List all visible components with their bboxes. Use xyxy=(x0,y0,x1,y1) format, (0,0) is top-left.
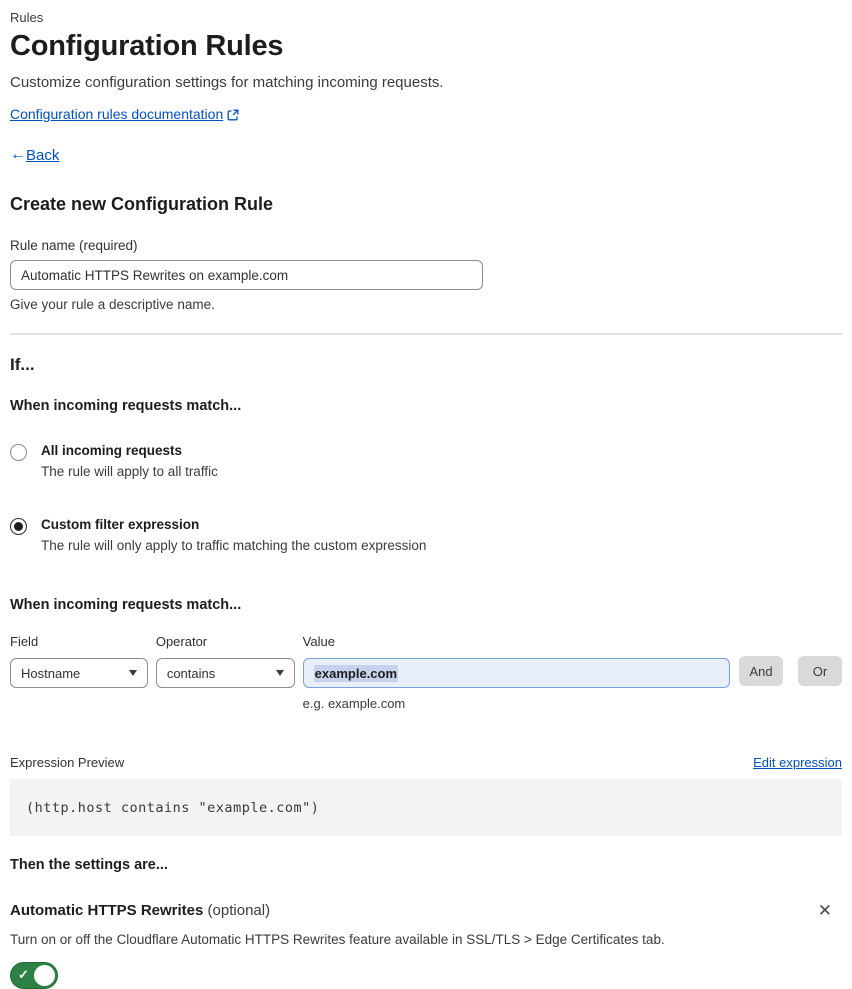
back-arrow-icon: ← xyxy=(10,146,26,163)
operator-select-value: contains xyxy=(166,665,216,681)
field-select[interactable]: Hostname xyxy=(10,658,148,688)
setting-name: Automatic HTTPS Rewrites (optional) xyxy=(10,902,270,919)
rule-name-label: Rule name (required) xyxy=(10,238,138,253)
back-link[interactable]: Back xyxy=(26,147,59,164)
toggle-knob xyxy=(34,965,55,986)
radio-option-custom-expression[interactable]: Custom filter expression The rule will o… xyxy=(10,517,842,553)
section-divider xyxy=(10,333,842,335)
if-heading: If... xyxy=(10,355,35,374)
edit-expression-link[interactable]: Edit expression xyxy=(753,755,842,770)
then-settings-heading: Then the settings are... xyxy=(10,857,168,873)
value-input[interactable]: example.com xyxy=(302,658,731,688)
radio-selected-icon[interactable] xyxy=(10,518,27,535)
field-select-value: Hostname xyxy=(21,665,81,681)
field-column-label: Field xyxy=(10,634,39,649)
value-input-text: example.com xyxy=(313,664,399,682)
page-subtitle: Customize configuration settings for mat… xyxy=(10,74,444,91)
radio-unselected-icon[interactable] xyxy=(10,444,27,461)
expression-preview-label: Expression Preview xyxy=(10,755,125,770)
radio-option-description: The rule will apply to all traffic xyxy=(41,464,218,479)
rule-name-input[interactable] xyxy=(10,260,483,290)
value-column-label: Value xyxy=(302,634,335,649)
check-icon: ✓ xyxy=(18,967,29,982)
automatic-https-rewrites-toggle[interactable]: ✓ xyxy=(10,962,58,989)
setting-description: Turn on or off the Cloudflare Automatic … xyxy=(10,932,665,947)
setting-name-text: Automatic HTTPS Rewrites xyxy=(10,902,204,919)
radio-option-all-requests[interactable]: All incoming requests The rule will appl… xyxy=(10,443,842,479)
create-rule-heading: Create new Configuration Rule xyxy=(10,194,274,214)
radio-option-label: All incoming requests xyxy=(41,443,183,458)
or-button[interactable]: Or xyxy=(798,656,842,686)
page-title: Configuration Rules xyxy=(10,30,284,62)
external-link-icon xyxy=(227,108,239,121)
radio-option-label: Custom filter expression xyxy=(41,517,200,532)
expression-preview-code: (http.host contains "example.com") xyxy=(10,779,842,836)
radio-option-description: The rule will only apply to traffic matc… xyxy=(41,538,427,553)
operator-column-label: Operator xyxy=(155,634,208,649)
chevron-down-icon xyxy=(128,670,137,676)
match-heading: When incoming requests match... xyxy=(10,398,242,414)
breadcrumb: Rules xyxy=(10,10,44,25)
setting-optional-tag: (optional) xyxy=(207,902,271,919)
chevron-down-icon xyxy=(275,670,284,676)
rule-name-help: Give your rule a descriptive name. xyxy=(10,297,215,312)
documentation-link[interactable]: Configuration rules documentation xyxy=(10,106,223,122)
value-hint: e.g. example.com xyxy=(302,696,406,711)
builder-heading: When incoming requests match... xyxy=(10,597,242,613)
and-button[interactable]: And xyxy=(739,656,784,686)
close-icon[interactable]: ✕ xyxy=(816,900,834,921)
configuration-rules-page: Rules Configuration Rules Customize conf… xyxy=(0,0,852,989)
operator-select[interactable]: contains xyxy=(155,658,295,688)
